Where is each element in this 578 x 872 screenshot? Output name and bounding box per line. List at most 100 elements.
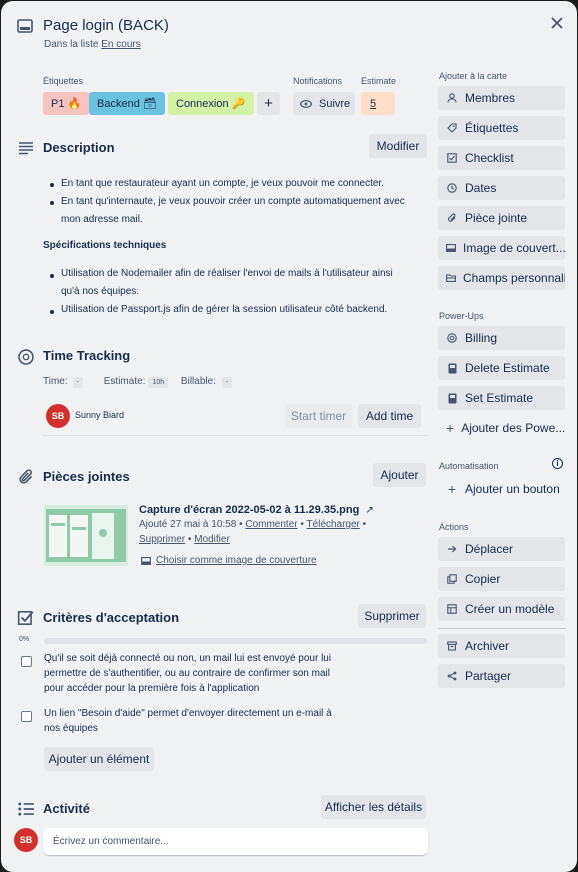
start-timer-button[interactable]: Start timer xyxy=(285,404,352,428)
avatar[interactable]: SB xyxy=(46,404,70,428)
sidebar-labels-button[interactable]: Étiquettes xyxy=(438,116,565,140)
delete-attachment-link[interactable]: Supprimer xyxy=(139,534,185,545)
add-attachment-button[interactable]: Ajouter xyxy=(373,463,426,487)
list-prefix: Dans la liste xyxy=(44,39,99,50)
eye-icon xyxy=(300,99,312,108)
estimate-stat-value: 10h xyxy=(148,377,169,388)
attachment-thumbnail[interactable] xyxy=(44,505,128,566)
label-p1[interactable]: P1 🔥 xyxy=(43,92,90,115)
billing-icon xyxy=(446,333,458,343)
add-label-button[interactable]: + xyxy=(257,92,280,115)
delete-checklist-button[interactable]: Supprimer xyxy=(358,604,426,628)
checklist-item-1-line1[interactable]: Qu'il se soit déjà connecté ou non, un m… xyxy=(44,651,331,666)
estimate-icon xyxy=(446,393,458,404)
sidebar-delete-estimate-button[interactable]: Delete Estimate xyxy=(438,356,565,380)
checklist-item-checkbox[interactable] xyxy=(21,711,32,722)
add-checklist-item-button[interactable]: Ajouter un élément xyxy=(44,747,154,771)
sidebar-attachment-button[interactable]: Pièce jointe xyxy=(438,206,565,230)
watch-button[interactable]: Suivre xyxy=(293,92,355,115)
checklist-progress-track xyxy=(44,638,427,644)
spec-bullet-1: Utilisation de Nodemailer afin de réalis… xyxy=(61,268,393,279)
sidebar-custom-fields-button[interactable]: Champs personnali... xyxy=(438,266,565,290)
billable-value: - xyxy=(221,377,233,388)
clock-icon xyxy=(446,183,458,193)
sidebar-copy-button[interactable]: Copier xyxy=(438,567,565,591)
checklist-item-checkbox[interactable] xyxy=(21,656,32,667)
make-cover-link[interactable]: Choisir comme image de couverture xyxy=(141,555,317,566)
sidebar-set-estimate-button[interactable]: Set Estimate xyxy=(438,386,565,410)
time-tracking-title: Time Tracking xyxy=(43,348,131,363)
separator: • xyxy=(187,534,192,545)
spec-heading: Spécifications techniques xyxy=(43,240,167,251)
share-icon xyxy=(446,671,458,681)
labels-heading: Étiquettes xyxy=(43,76,84,86)
card-icon xyxy=(17,19,33,33)
separator: • xyxy=(362,519,367,530)
close-icon xyxy=(551,17,563,29)
automation-heading: Automatisation xyxy=(439,461,499,471)
card-title[interactable]: Page login (BACK) xyxy=(43,17,169,34)
attachment-file-name[interactable]: Capture d'écran 2022-05-02 à 11.29.35.pn… xyxy=(139,504,374,516)
sidebar-billing-button[interactable]: Billing xyxy=(438,326,565,350)
bullet xyxy=(50,310,54,314)
estimate-value[interactable]: 5 xyxy=(361,92,395,115)
checklist-item-1-line3[interactable]: pour accéder pour la première fois à l'a… xyxy=(44,681,259,696)
estimate-stat-label: Estimate: xyxy=(103,376,146,387)
avatar[interactable]: SB xyxy=(14,828,38,852)
spec-bullet-2: Utilisation de Passport.js afin de gérer… xyxy=(61,304,388,315)
attachment-meta: Ajouté 27 mai à 10:58 • Commenter • Télé… xyxy=(139,519,366,530)
sidebar-checklist-button[interactable]: Checklist xyxy=(438,146,565,170)
arrow-right-icon xyxy=(446,544,458,554)
download-link[interactable]: Télécharger xyxy=(307,519,360,530)
time-label: Time: xyxy=(43,376,68,387)
sidebar-move-button[interactable]: Déplacer xyxy=(438,537,565,561)
screenshot-preview-image xyxy=(44,505,128,566)
bullet xyxy=(50,274,54,278)
list-name-link[interactable]: En cours xyxy=(101,39,140,50)
description-icon xyxy=(19,142,33,155)
activity-icon xyxy=(18,802,34,816)
tag-icon xyxy=(446,123,458,133)
sidebar-add-button-button[interactable]: + Ajouter un bouton xyxy=(438,477,565,501)
sidebar-add-powerups-button[interactable]: + Ajouter des Powe... xyxy=(438,416,565,440)
powerups-heading: Power-Ups xyxy=(439,311,484,321)
checklist-item-2-line2[interactable]: nos équipes xyxy=(44,721,98,736)
show-details-button[interactable]: Afficher les détails xyxy=(321,795,426,819)
comment-placeholder: Écrivez un commentaire... xyxy=(53,836,169,847)
sidebar-dates-button[interactable]: Dates xyxy=(438,176,565,200)
list-location: Dans la liste En cours xyxy=(44,39,141,50)
sidebar-members-button[interactable]: Membres xyxy=(438,86,565,110)
label-connexion[interactable]: Connexion 🔑 xyxy=(168,92,254,115)
time-tracking-icon xyxy=(18,349,34,365)
description-bullet-1: En tant que restaurateur ayant un compte… xyxy=(61,178,384,189)
checklist-item-1-line2[interactable]: permettre de s'authentifier, ou au contr… xyxy=(44,666,330,681)
checklist-progress-label: 0% xyxy=(19,636,30,643)
watch-label: Suivre xyxy=(319,97,351,110)
plus-icon: + xyxy=(447,481,457,497)
sidebar-archive-button[interactable]: Archiver xyxy=(438,634,565,658)
notifications-heading: Notifications xyxy=(293,76,343,86)
spec-bullet-1-cont: qu'à nos équipes. xyxy=(61,286,140,297)
actions-heading: Actions xyxy=(439,522,469,532)
close-button[interactable] xyxy=(547,13,567,33)
billable-label: Billable: xyxy=(180,376,216,387)
checklist-icon xyxy=(446,153,458,163)
modify-attachment-link[interactable]: Modifier xyxy=(194,534,230,545)
sidebar-cover-button[interactable]: Image de couvert... xyxy=(438,236,565,260)
attachment-actions: Supprimer • Modifier xyxy=(139,534,230,545)
checklist-item-2-line1[interactable]: Un lien "Besoin d'aide" permet d'envoyer… xyxy=(44,706,332,721)
paperclip-icon xyxy=(19,469,33,484)
add-time-button[interactable]: Add time xyxy=(358,404,421,428)
description-bullet-2: En tant qu'internaute, je veux pouvoir c… xyxy=(61,196,405,207)
sidebar-share-button[interactable]: Partager xyxy=(438,664,565,688)
card-detail-window: Page login (BACK) Dans la liste En cours… xyxy=(1,1,577,872)
label-backend[interactable]: Backend 🗃 xyxy=(89,92,165,115)
comment-input[interactable]: Écrivez un commentaire... xyxy=(43,828,428,855)
edit-description-button[interactable]: Modifier xyxy=(369,134,427,158)
divider xyxy=(43,435,428,436)
cover-icon xyxy=(141,556,151,565)
comment-link[interactable]: Commenter xyxy=(245,519,297,530)
sidebar-template-button[interactable]: Créer un modèle xyxy=(438,597,565,621)
divider xyxy=(438,628,566,629)
info-icon[interactable]: i xyxy=(552,458,563,469)
